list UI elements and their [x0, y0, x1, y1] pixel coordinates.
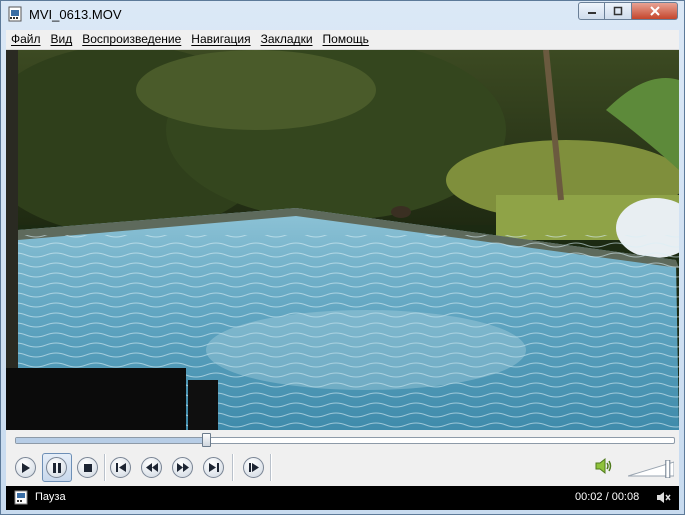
speaker-icon[interactable] — [594, 456, 614, 476]
skip-previous-button[interactable] — [110, 457, 131, 478]
play-button[interactable] — [15, 457, 36, 478]
seek-handle[interactable] — [201, 433, 211, 447]
video-image — [6, 50, 679, 430]
maximize-button[interactable] — [605, 2, 632, 20]
play-icon — [22, 462, 30, 473]
video-frame[interactable] — [6, 50, 679, 430]
playback-controls — [6, 430, 679, 486]
player-window: MVI_0613.MOV Файл Вид Воспроизведение На… — [0, 0, 685, 515]
rewind-icon — [145, 463, 158, 472]
separator — [270, 454, 272, 481]
stop-icon — [83, 463, 92, 472]
volume-handle[interactable] — [665, 460, 671, 478]
fast-forward-button[interactable] — [172, 457, 193, 478]
seek-bar[interactable] — [15, 433, 675, 447]
media-file-icon — [14, 490, 28, 505]
menu-file[interactable]: Файл — [6, 30, 46, 49]
skip-next-button[interactable] — [203, 457, 224, 478]
pause-icon — [52, 462, 61, 473]
rewind-button[interactable] — [141, 457, 162, 478]
stop-button[interactable] — [77, 457, 98, 478]
pause-button[interactable] — [46, 457, 67, 478]
frame-step-icon — [248, 463, 259, 472]
menu-navigation[interactable]: Навигация — [186, 30, 255, 49]
skip-next-icon — [208, 463, 219, 472]
close-icon — [649, 6, 660, 16]
minimize-icon — [587, 12, 596, 14]
menu-playback[interactable]: Воспроизведение — [77, 30, 186, 49]
time-display: 00:02 / 00:08 — [575, 491, 640, 503]
menu-view[interactable]: Вид — [46, 30, 78, 49]
playback-state: Пауза — [35, 491, 66, 503]
minimize-button[interactable] — [578, 2, 605, 20]
status-bar: Пауза 00:02 / 00:08 — [6, 486, 679, 510]
menu-help[interactable]: Помощь — [318, 30, 374, 49]
menu-bookmarks[interactable]: Закладки — [256, 30, 318, 49]
seek-progress — [16, 438, 207, 443]
media-file-icon — [8, 6, 22, 22]
menu-bar: Файл Вид Воспроизведение Навигация Закла… — [6, 30, 679, 50]
maximize-icon — [613, 6, 623, 16]
mute-toggle-icon[interactable] — [656, 490, 672, 505]
fast-forward-icon — [176, 463, 189, 472]
window-title: MVI_0613.MOV — [29, 7, 122, 22]
window-controls — [578, 2, 678, 20]
volume-slider[interactable] — [628, 460, 674, 478]
separator — [232, 454, 234, 481]
skip-previous-icon — [115, 463, 126, 472]
separator — [104, 454, 106, 481]
frame-step-button[interactable] — [243, 457, 264, 478]
title-bar[interactable]: MVI_0613.MOV — [1, 1, 684, 29]
close-button[interactable] — [632, 2, 678, 20]
